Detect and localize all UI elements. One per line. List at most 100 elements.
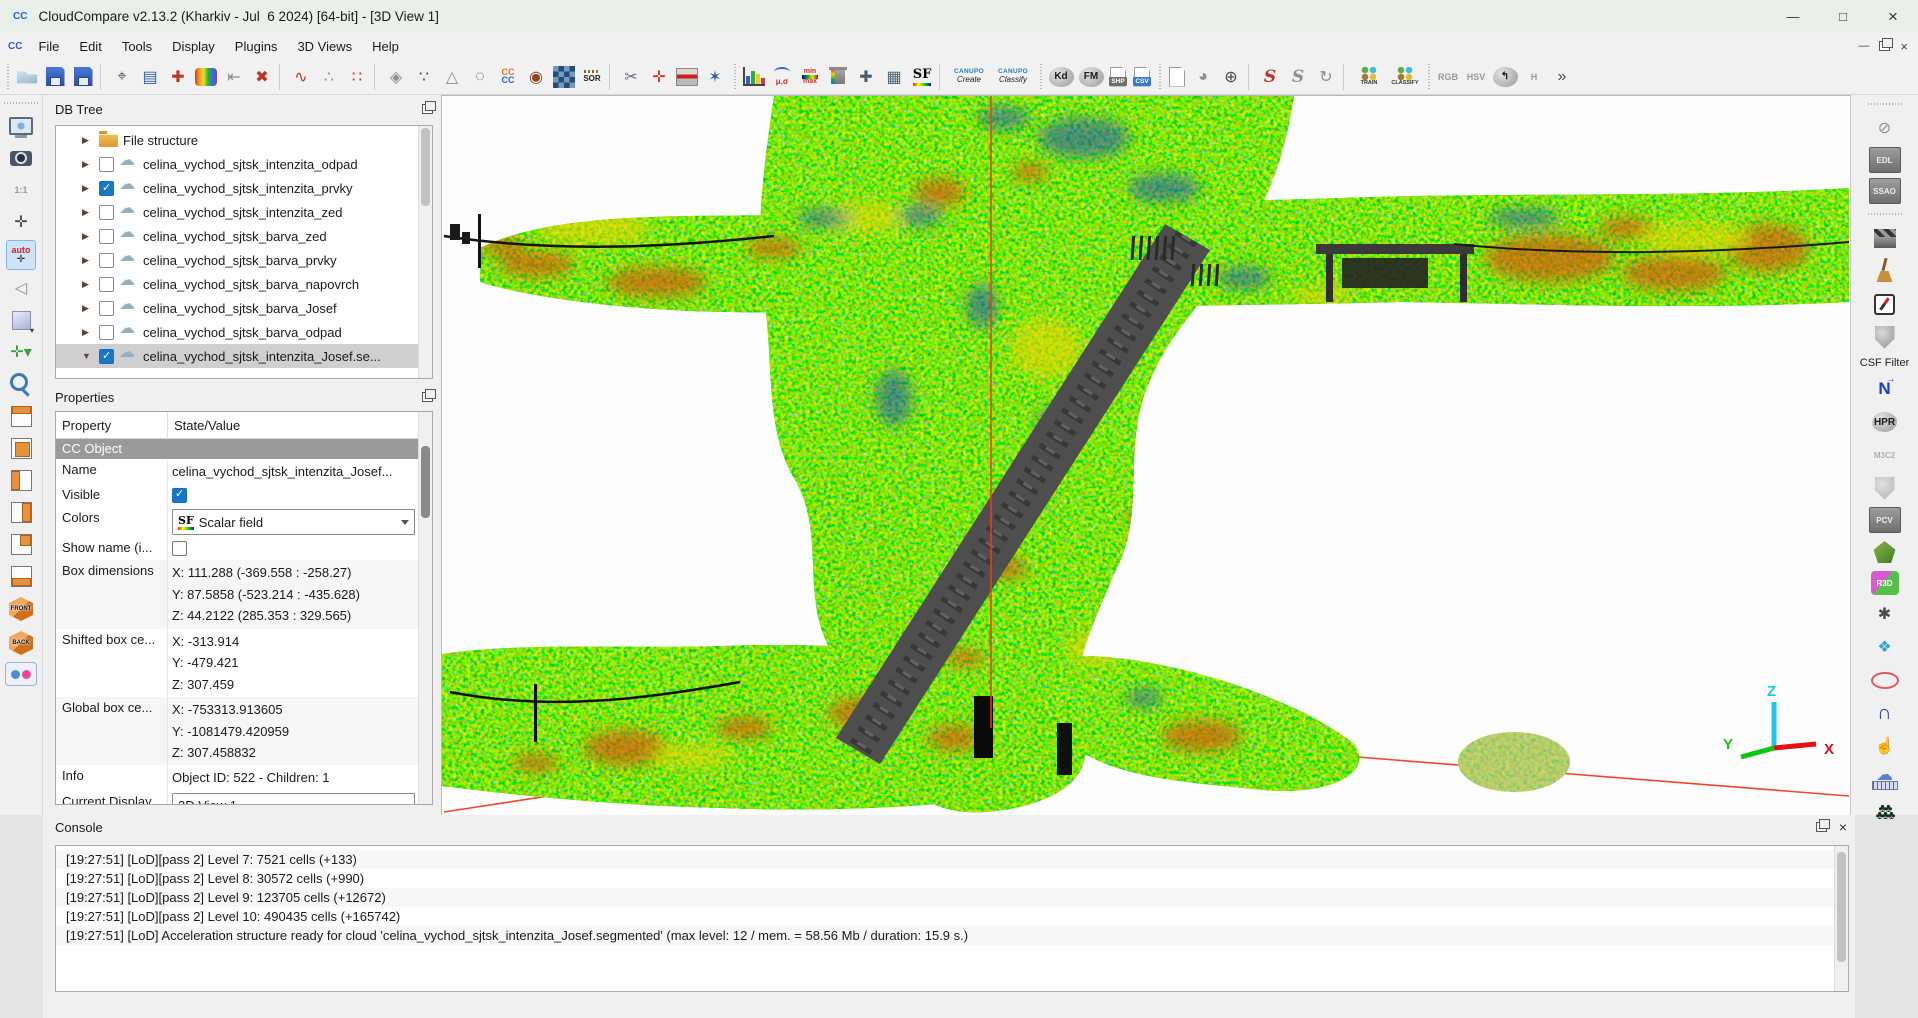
view-top-button[interactable] <box>6 402 36 430</box>
mdi-close-button[interactable]: × <box>1900 39 1908 54</box>
tree-item-file-structure[interactable]: ▶ File structure <box>56 128 419 152</box>
visibility-checkbox[interactable] <box>99 253 114 268</box>
canupo-create-button[interactable]: CANUPOCreate <box>947 63 991 91</box>
spline-button[interactable]: S <box>1256 63 1284 91</box>
masc-train-button[interactable]: TRAIN <box>1351 63 1387 91</box>
kd-tree-button[interactable]: Kd <box>1046 63 1076 91</box>
convex-hull-button[interactable]: ◈ <box>382 63 410 91</box>
m3c2-button[interactable]: M3C2 <box>1871 441 1899 469</box>
tree-item-barva-zed[interactable]: ▶ celina_vychod_sjtsk_barva_zed <box>56 224 419 248</box>
delete-button[interactable]: ✖ <box>248 63 276 91</box>
cross-section-button[interactable] <box>673 63 701 91</box>
toolbar-overflow-button[interactable]: » <box>1548 63 1576 91</box>
properties-scrollbar-thumb[interactable] <box>421 446 430 518</box>
separator[interactable] <box>1248 64 1253 90</box>
csf-filter-button[interactable] <box>1871 323 1899 351</box>
poisson-recon-button[interactable] <box>1871 538 1899 566</box>
sor-filter-button[interactable]: SOR <box>578 63 606 91</box>
file-button[interactable] <box>1165 63 1189 91</box>
cloud-cloud-compare-button[interactable]: CCCC <box>494 63 522 91</box>
separator[interactable] <box>609 64 614 90</box>
csf-filter-label[interactable]: CSF Filter <box>1852 356 1918 370</box>
properties-scrollbar[interactable] <box>418 412 432 804</box>
canupo-classify-button[interactable]: CANUPOClassify <box>991 63 1035 91</box>
delete-sf-button[interactable] <box>824 63 852 91</box>
expander-icon[interactable]: ▶ <box>82 135 94 146</box>
expander-icon[interactable]: ▶ <box>82 279 94 290</box>
set-pivot-button[interactable]: ✛▾ <box>7 338 35 366</box>
view-front-button[interactable] <box>6 434 36 462</box>
wire-globe-button[interactable]: ⊕ <box>1217 63 1245 91</box>
pick-translate-button[interactable]: ⌖ <box>108 63 136 91</box>
menu-item[interactable]: Plugins <box>225 36 288 57</box>
back-iso-view-button[interactable]: BACK <box>4 628 38 658</box>
view-left-button[interactable] <box>6 466 36 494</box>
tree-item-intenzita-josef-segmented[interactable]: ▼ celina_vychod_sjtsk_intenzita_Josef.se… <box>56 344 419 368</box>
expander-icon[interactable]: ▶ <box>82 183 94 194</box>
sidebar-drag-handle[interactable] <box>1868 101 1902 107</box>
pick-rotation-center-button[interactable]: ✛ <box>7 208 35 236</box>
front-iso-view-button[interactable]: FRONT <box>4 594 38 624</box>
scissors-segment-button[interactable]: ✂ <box>617 63 645 91</box>
point-list-picking-button[interactable]: ∴ <box>315 63 343 91</box>
sf-minmax-button[interactable]: minmax <box>796 63 824 91</box>
tree-scrollbar-thumb[interactable] <box>421 128 430 206</box>
separator[interactable] <box>1343 64 1348 90</box>
menu-item[interactable]: Tools <box>112 36 162 57</box>
screenshot-button[interactable] <box>7 144 35 172</box>
display-options-button[interactable] <box>7 112 35 140</box>
sf-histogram-button[interactable] <box>740 63 768 91</box>
rgb-filter-button[interactable]: RGB <box>1434 63 1462 91</box>
tree-scrollbar[interactable] <box>418 126 432 378</box>
visibility-checkbox[interactable] <box>99 157 114 172</box>
tree-item-intenzita-prvky[interactable]: ▶ celina_vychod_sjtsk_intenzita_prvky <box>56 176 419 200</box>
value-checkbox[interactable] <box>172 541 187 556</box>
3d-viewport[interactable]: Z X Y <box>441 95 1850 815</box>
magnet-tool-button[interactable]: ∩ <box>1871 699 1899 727</box>
value-dropdown[interactable]: SF Scalar field <box>172 509 415 535</box>
tree-item-barva-josef[interactable]: ▶ celina_vychod_sjtsk_barva_Josef <box>56 296 419 320</box>
close-button[interactable]: × <box>1868 0 1918 33</box>
value-checkbox[interactable] <box>172 488 187 503</box>
level-button[interactable]: ✶ <box>701 63 729 91</box>
visibility-checkbox[interactable] <box>99 325 114 340</box>
plug-button[interactable]: ◉ <box>522 63 550 91</box>
menu-item[interactable]: Edit <box>69 36 111 57</box>
clone-button[interactable] <box>192 63 220 91</box>
visibility-checkbox[interactable] <box>99 349 114 364</box>
properties-list-button[interactable]: ▤ <box>136 63 164 91</box>
tree-item-intenzita-zed[interactable]: ▶ celina_vychod_sjtsk_intenzita_zed <box>56 200 419 224</box>
shield-tool-button[interactable] <box>1871 474 1899 502</box>
tree-item-barva-napovrch[interactable]: ▶ celina_vychod_sjtsk_barva_napovrch <box>56 272 419 296</box>
toolbar-drag-handle[interactable] <box>731 64 738 90</box>
treeiso-button[interactable]: ♣♣♣♣♣ <box>1871 798 1899 826</box>
surface-revolve-button[interactable]: ↻ <box>1312 63 1340 91</box>
separator[interactable] <box>374 64 379 90</box>
visibility-checkbox[interactable] <box>99 205 114 220</box>
view-bottom-button[interactable] <box>6 562 36 590</box>
add-sf-button[interactable]: ✚ <box>852 63 880 91</box>
float-panel-button[interactable] <box>422 104 433 114</box>
value-dropdown[interactable]: 3D View 1 <box>172 793 415 805</box>
expander-icon[interactable]: ▶ <box>82 327 94 338</box>
separator[interactable] <box>939 64 944 90</box>
sf-calculator-button[interactable]: ▦ <box>880 63 908 91</box>
no-filter-button[interactable]: ⊘ <box>1871 114 1899 142</box>
stereo-mode-button[interactable] <box>5 662 37 686</box>
toolbar-drag-handle[interactable] <box>1037 64 1044 90</box>
trace-polyline-button[interactable]: ∿ <box>287 63 315 91</box>
hand-picking-button[interactable]: ☝ <box>1871 732 1899 760</box>
mdi-minimize-button[interactable]: — <box>1858 40 1869 52</box>
animation-button[interactable] <box>1871 224 1899 252</box>
minimize-button[interactable]: — <box>1768 0 1818 33</box>
mdi-restore-button[interactable] <box>1879 41 1890 51</box>
segment-polyline-button[interactable]: ✚ <box>164 63 192 91</box>
expander-icon[interactable]: ▼ <box>82 351 94 361</box>
pcv-button[interactable]: PCV <box>1869 507 1901 533</box>
masc-classify-button[interactable]: CLASSIFY <box>1387 63 1423 91</box>
separator[interactable] <box>279 64 284 90</box>
menu-item[interactable]: Display <box>162 36 225 57</box>
tree-item-barva-odpad[interactable]: ▶ celina_vychod_sjtsk_barva_odpad <box>56 320 419 344</box>
visibility-checkbox[interactable] <box>99 301 114 316</box>
zoom-1-1-button[interactable]: 1:1 <box>7 176 35 204</box>
